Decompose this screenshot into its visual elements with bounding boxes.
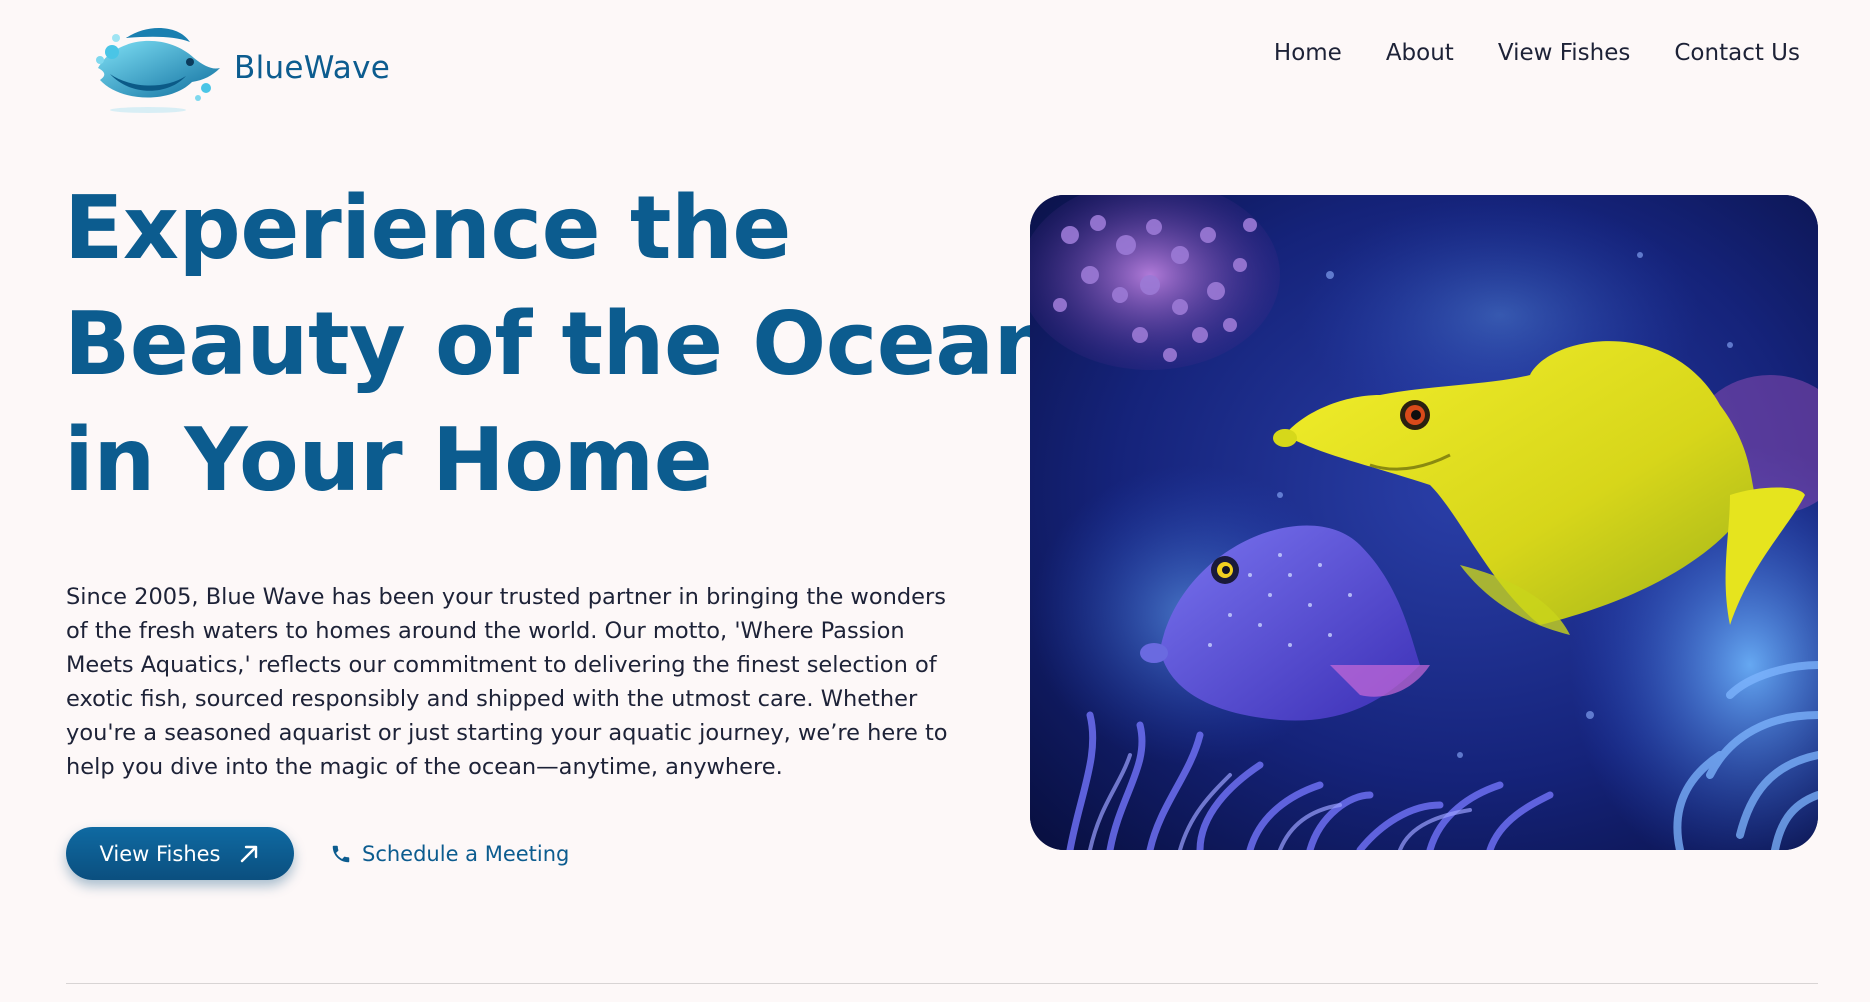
- main-nav: Home About View Fishes Contact Us: [1274, 40, 1800, 66]
- nav-item-contact-us: Contact Us: [1674, 40, 1800, 66]
- landing-page: BlueWave Home About View Fishes Contact …: [0, 0, 1870, 1002]
- aquarium-illustration: [1030, 195, 1818, 850]
- hero-description-line: exotic fish, sourced responsibly and shi…: [66, 686, 918, 712]
- hero-description-line: you're a seasoned aquarist or just start…: [66, 720, 948, 746]
- hero-description-line: Meets Aquatics,' reflects our commitment…: [66, 652, 937, 678]
- hero-aquarium-image: [1030, 195, 1818, 850]
- schedule-meeting-label: Schedule a Meeting: [362, 842, 570, 866]
- hero-title-line: Experience the: [64, 177, 791, 279]
- fish-logo-icon: [96, 27, 220, 113]
- nav-link-view-fishes[interactable]: View Fishes: [1498, 40, 1631, 66]
- hero-title-line: in Your Home: [64, 409, 713, 511]
- hero-description-line: of the fresh waters to homes around the …: [66, 618, 905, 644]
- schedule-meeting-link[interactable]: Schedule a Meeting: [330, 838, 569, 870]
- view-fishes-button[interactable]: View Fishes: [66, 827, 294, 880]
- brand-logo-link[interactable]: BlueWave: [86, 18, 390, 118]
- nav-item-about: About: [1386, 40, 1454, 66]
- nav-item-view-fishes: View Fishes: [1498, 40, 1631, 66]
- hero-description-line: help you dive into the magic of the ocea…: [66, 754, 783, 780]
- nav-link-contact-us[interactable]: Contact Us: [1674, 40, 1800, 66]
- phone-icon: [332, 845, 350, 863]
- nav-link-home[interactable]: Home: [1274, 40, 1342, 66]
- hero-title-line: Beauty of the Ocean: [64, 293, 1055, 395]
- hero-description-line: Since 2005, Blue Wave has been your trus…: [66, 584, 946, 610]
- hero-title: Experience the Beauty of the Ocean in Yo…: [64, 170, 1055, 518]
- section-divider: [66, 983, 1818, 984]
- arrow-up-right-icon: [240, 845, 257, 862]
- site-header: BlueWave Home About View Fishes Contact …: [0, 0, 1870, 118]
- nav-link-about[interactable]: About: [1386, 40, 1454, 66]
- nav-item-home: Home: [1274, 40, 1342, 66]
- view-fishes-button-label: View Fishes: [99, 841, 221, 866]
- brand-name: BlueWave: [234, 50, 391, 86]
- hero-description: Since 2005, Blue Wave has been your trus…: [66, 580, 948, 784]
